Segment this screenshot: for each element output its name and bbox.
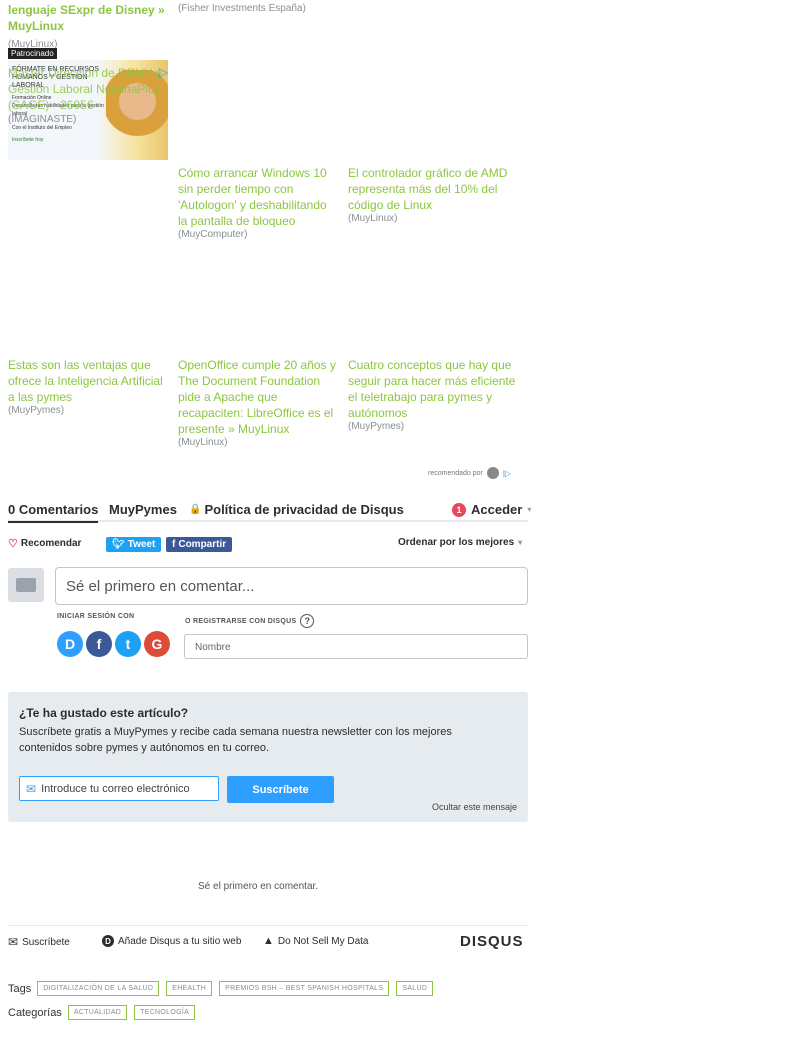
sponsored-ad[interactable]: Patrocinado FÓRMATE EN RECURSOS HUMANOS … [8,48,168,160]
share-label: Compartir [178,539,227,550]
tag-link[interactable]: EHEALTH [166,981,213,996]
tab-comments[interactable]: 0 Comentarios [8,502,99,523]
comment-input[interactable]: Sé el primero en comentar... [55,567,528,605]
sponsored-badge: Patrocinado [8,48,57,59]
notification-badge: 1 [452,502,466,517]
recommendation-source: (MuyLinux) [178,437,228,448]
register-with-label: O REGISTRARSE CON DISQUS [185,617,297,625]
recommendation-title[interactable]: lenguaje SExpr de Disney » MuyLinux [8,2,168,34]
envelope-icon: ✉ [26,781,37,796]
google-icon[interactable]: G [144,631,170,657]
email-placeholder: Introduce tu correo electrónico [41,782,190,795]
subscribe-link[interactable]: ✉ Suscríbete [8,935,70,949]
recommendation-source: (MuyLinux) [348,213,398,224]
social-login: D f t G [57,631,170,657]
disqus-icon[interactable]: D [57,631,83,657]
do-not-sell-link[interactable]: ▲ Do Not Sell My Data [263,935,368,947]
recommend-label: Recomendar [20,538,82,549]
newsletter-text: Suscríbete gratis a MuyPymes y recibe ca… [19,726,452,754]
tag-link[interactable]: SALUD [396,981,434,996]
disqus-icon: D [102,935,114,947]
heart-icon: ♡ [8,538,18,550]
recommendation-source: (Fisher Investments España) [178,3,306,14]
login-menu[interactable]: 1 Acceder ▾ [452,502,531,517]
login-label: Acceder [471,502,523,517]
tweet-button[interactable]: 🐦︎ Tweet [106,537,162,552]
twitter-icon: 🐦︎ [112,539,125,550]
recommendation-source: (MuyPymes) [8,405,65,416]
facebook-icon: f [172,539,176,550]
adchoices-icon: |▷ [502,468,512,478]
tab-privacy[interactable]: 🔒 Política de privacidad de Disqus [189,502,404,517]
share-button[interactable]: f Compartir [166,537,233,552]
recommendation-item[interactable]: Estas son las ventajas que ofrece la Int… [8,357,168,416]
recommended-by-label: recomendado por [428,469,483,477]
footer-divider [8,925,528,926]
sort-label: Ordenar por los mejores [398,537,515,548]
register-with: O REGISTRARSE CON DISQUS ? [185,614,315,628]
recommendation-source: (MuyPymes) [348,421,405,432]
category-link[interactable]: TECNOLOGÍA [134,1005,196,1020]
recommendation-item[interactable]: El controlador gráfico de AMD representa… [348,165,508,224]
tags-label: Tags [8,982,32,995]
comment-placeholder: Sé el primero en comentar... [66,578,255,595]
do-not-sell-label: Do Not Sell My Data [277,935,369,947]
lock-icon: 🔒 [189,504,202,515]
name-placeholder: Nombre [195,642,231,653]
recommendation-title[interactable]: El controlador gráfico de AMD representa… [348,165,508,213]
empty-comments-message: Sé el primero en comentar. [198,881,319,892]
recommendation-item[interactable]: OpenOffice cumple 20 años y The Document… [178,357,343,448]
subscribe-link-label: Suscríbete [22,936,70,948]
recommend-button[interactable]: ♡ Recomendar [8,537,81,550]
recommendation-title[interactable]: Cómo arrancar Windows 10 sin perder tiem… [178,165,338,229]
comment-icon [16,578,36,592]
adchoices-icon[interactable]: ▷ [159,65,168,79]
email-field[interactable]: ✉ Introduce tu correo electrónico [19,776,219,801]
tag-link[interactable]: DIGITALIZACIÓN DE LA SALUD [37,981,160,996]
twitter-icon[interactable]: t [115,631,141,657]
subscribe-button[interactable]: Suscríbete [227,776,334,803]
recommendation-title[interactable]: Cuatro conceptos que hay que seguir para… [348,357,518,421]
tweet-label: Tweet [127,539,156,550]
hide-message-link[interactable]: Ocultar este mensaje [432,802,517,812]
categories-label: Categorías [8,1006,62,1019]
warning-icon: ▲ [263,935,274,947]
disqus-logo[interactable]: DISQUS [460,933,524,950]
tag-link[interactable]: PREMIOS BSH – BEST SPANISH HOSPITALS [219,981,390,996]
login-with-label: INICIAR SESIÓN CON [57,613,135,620]
tags-row: Tags DIGITALIZACIÓN DE LA SALUD EHEALTH … [8,981,436,996]
avatar [8,568,44,602]
recommendation-item[interactable]: Cuatro conceptos que hay que seguir para… [348,357,518,432]
categories-row: Categorías ACTUALIDAD TECNOLOGÍA [8,1005,198,1020]
add-disqus-label: Añade Disqus a tu sitio web [118,935,242,947]
recommender-logo-icon [486,467,499,479]
facebook-icon[interactable]: f [86,631,112,657]
recommendation-item[interactable]: Cómo arrancar Windows 10 sin perder tiem… [178,165,338,240]
newsletter-heading: ¿Te ha gustado este artículo? [19,706,189,720]
recommendation-title[interactable]: OpenOffice cumple 20 años y The Document… [178,357,343,437]
privacy-label: Política de privacidad de Disqus [204,502,404,517]
recommended-by[interactable]: recomendado por |▷ [428,467,511,479]
tab-site[interactable]: MuyPymes [109,502,177,517]
recommendation-source: (MuyComputer) [178,229,248,240]
recommendation-title[interactable]: Estas son las ventajas que ofrece la Int… [8,357,168,405]
add-disqus-link[interactable]: D Añade Disqus a tu sitio web [102,935,241,947]
newsletter-box: ¿Te ha gustado este artículo? Suscríbete… [8,692,528,822]
sort-menu[interactable]: Ordenar por los mejores ▾ [398,537,522,548]
envelope-icon: ✉ [8,935,19,949]
sponsored-title[interactable]: Máster Dirección de RRHH y Gestión Labor… [8,65,168,113]
name-field[interactable]: Nombre [184,634,528,659]
sponsored-source: (IMAGINASTE) [8,114,77,125]
help-icon[interactable]: ? [300,614,315,628]
chevron-down-icon: ▾ [518,538,523,547]
chevron-down-icon: ▾ [527,505,532,514]
category-link[interactable]: ACTUALIDAD [67,1005,128,1020]
